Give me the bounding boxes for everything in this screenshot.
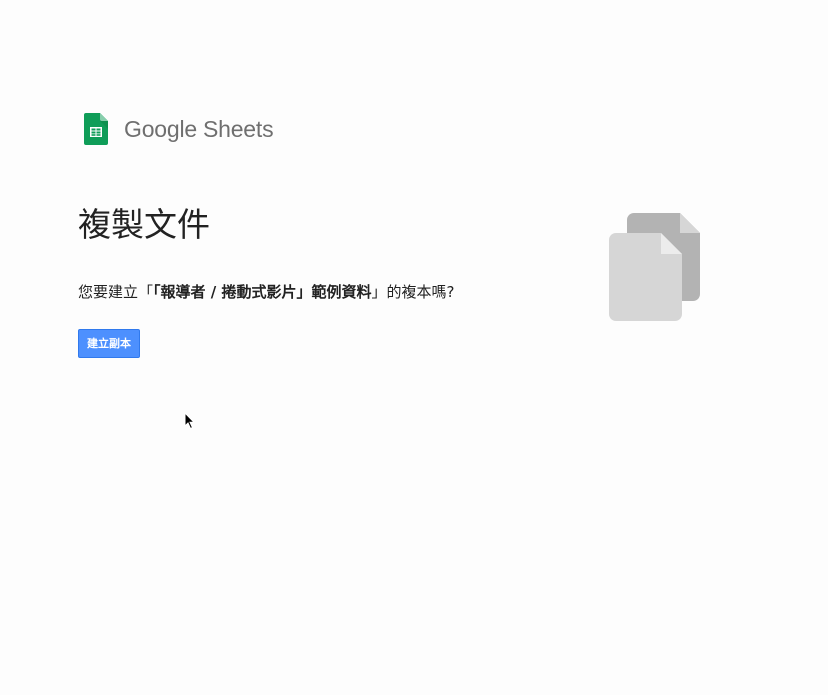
make-copy-button[interactable]: 建立副本 bbox=[78, 329, 140, 358]
google-sheets-icon bbox=[84, 113, 108, 145]
logo-wordmark: Google Sheets bbox=[124, 115, 274, 143]
mouse-cursor-icon bbox=[184, 412, 196, 430]
logo-sheets-text: Sheets bbox=[202, 115, 274, 142]
prompt-prefix: 您要建立「 bbox=[78, 283, 154, 301]
copy-documents-icon bbox=[609, 213, 700, 321]
prompt-suffix: 」的複本嗎? bbox=[371, 283, 455, 301]
copy-prompt: 您要建立「「報導者 / 捲動式影片」範例資料」的複本嗎? bbox=[78, 281, 454, 303]
page-title: 複製文件 bbox=[78, 205, 210, 244]
logo-google-text: Google bbox=[124, 115, 197, 142]
document-name: 「報導者 / 捲動式影片」範例資料 bbox=[153, 283, 372, 301]
google-sheets-logo: Google Sheets bbox=[84, 113, 274, 145]
